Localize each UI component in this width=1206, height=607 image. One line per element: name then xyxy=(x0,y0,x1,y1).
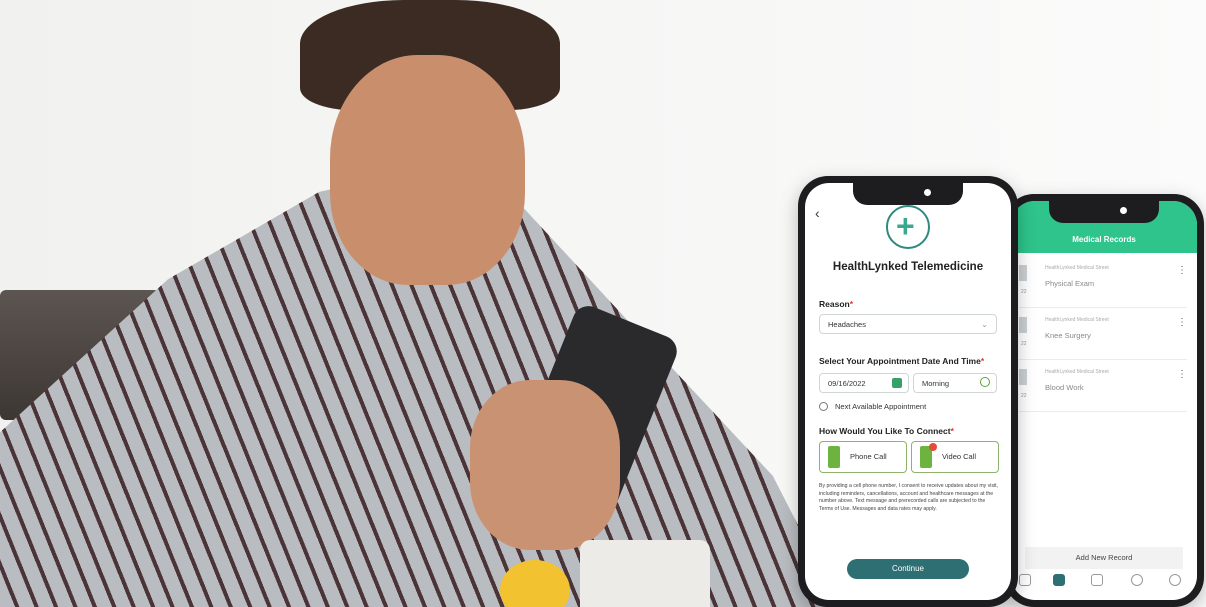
medical-records-phone: Medical Records HealthLynked Medical Str… xyxy=(1004,194,1204,607)
video-call-option[interactable]: Video Call xyxy=(911,441,999,473)
record-provider: HealthLynked Medical Street xyxy=(1045,317,1109,323)
medical-records-title: Medical Records xyxy=(1072,235,1136,244)
hero-scene: Medical Records HealthLynked Medical Str… xyxy=(0,0,1206,607)
clock-icon xyxy=(980,377,990,387)
telemedicine-phone: ‹ HealthLynked Telemedicine Reason* Head… xyxy=(798,176,1018,607)
document-icon xyxy=(1019,369,1027,385)
chevron-down-icon: ⌄ xyxy=(981,320,988,329)
phone-notch xyxy=(1049,201,1159,223)
record-year: 22 xyxy=(1021,289,1027,295)
back-arrow-icon[interactable]: ‹ xyxy=(815,205,820,221)
more-options-icon[interactable]: ⋮ xyxy=(1177,317,1187,328)
connect-label: How Would You Like To Connect* xyxy=(819,426,954,436)
consent-disclaimer: By providing a cell phone number, I cons… xyxy=(819,483,999,512)
next-available-label: Next Available Appointment xyxy=(835,402,927,411)
phone-call-label: Phone Call xyxy=(850,452,887,461)
date-field[interactable]: 09/16/2022 xyxy=(819,373,909,393)
record-item[interactable]: HealthLynked Medical Street Knee Surgery… xyxy=(1019,311,1187,360)
time-value: Morning xyxy=(922,379,950,388)
reason-value: Headaches xyxy=(828,320,866,329)
calendar-icon xyxy=(892,378,902,388)
video-call-icon xyxy=(920,443,937,468)
healthlynked-logo xyxy=(886,205,930,249)
record-year: 22 xyxy=(1021,393,1027,399)
telemedicine-screen: ‹ HealthLynked Telemedicine Reason* Head… xyxy=(805,183,1011,600)
continue-button[interactable]: Continue xyxy=(847,559,969,579)
date-value: 09/16/2022 xyxy=(828,379,866,388)
record-item[interactable]: HealthLynked Medical Street Physical Exa… xyxy=(1019,259,1187,308)
record-name: Knee Surgery xyxy=(1045,331,1091,340)
record-name: Physical Exam xyxy=(1045,279,1095,288)
time-field[interactable]: Morning xyxy=(913,373,997,393)
document-icon xyxy=(1019,265,1027,281)
more-options-icon[interactable]: ⋮ xyxy=(1177,369,1187,380)
tab-profile-icon[interactable] xyxy=(1131,574,1143,586)
document-icon xyxy=(1019,317,1027,333)
video-call-label: Video Call xyxy=(942,452,977,461)
record-item[interactable]: HealthLynked Medical Street Blood Work 2… xyxy=(1019,363,1187,412)
add-new-record-button[interactable]: Add New Record xyxy=(1025,547,1183,569)
mug xyxy=(580,540,710,607)
more-options-icon[interactable]: ⋮ xyxy=(1177,265,1187,276)
datetime-label: Select Your Appointment Date And Time* xyxy=(819,356,985,366)
phone-icon xyxy=(828,446,840,468)
bottom-tab-bar xyxy=(1011,570,1197,594)
phone-notch xyxy=(853,183,963,205)
reason-select[interactable]: Headaches ⌄ xyxy=(819,314,997,334)
record-year: 22 xyxy=(1021,341,1027,347)
app-title: HealthLynked Telemedicine xyxy=(832,261,984,273)
phone-call-option[interactable]: Phone Call xyxy=(819,441,907,473)
medical-records-screen: Medical Records HealthLynked Medical Str… xyxy=(1011,201,1197,600)
tab-home-icon[interactable] xyxy=(1091,574,1103,586)
record-provider: HealthLynked Medical Street xyxy=(1045,265,1109,271)
next-available-radio[interactable] xyxy=(819,402,828,411)
record-name: Blood Work xyxy=(1045,383,1084,392)
reason-label: Reason* xyxy=(819,299,854,309)
record-provider: HealthLynked Medical Street xyxy=(1045,369,1109,375)
person-face xyxy=(330,55,525,285)
tab-settings-icon[interactable] xyxy=(1169,574,1181,586)
tab-records-icon[interactable] xyxy=(1053,574,1065,586)
tab-documents-icon[interactable] xyxy=(1019,574,1031,586)
person-hand xyxy=(470,380,620,550)
